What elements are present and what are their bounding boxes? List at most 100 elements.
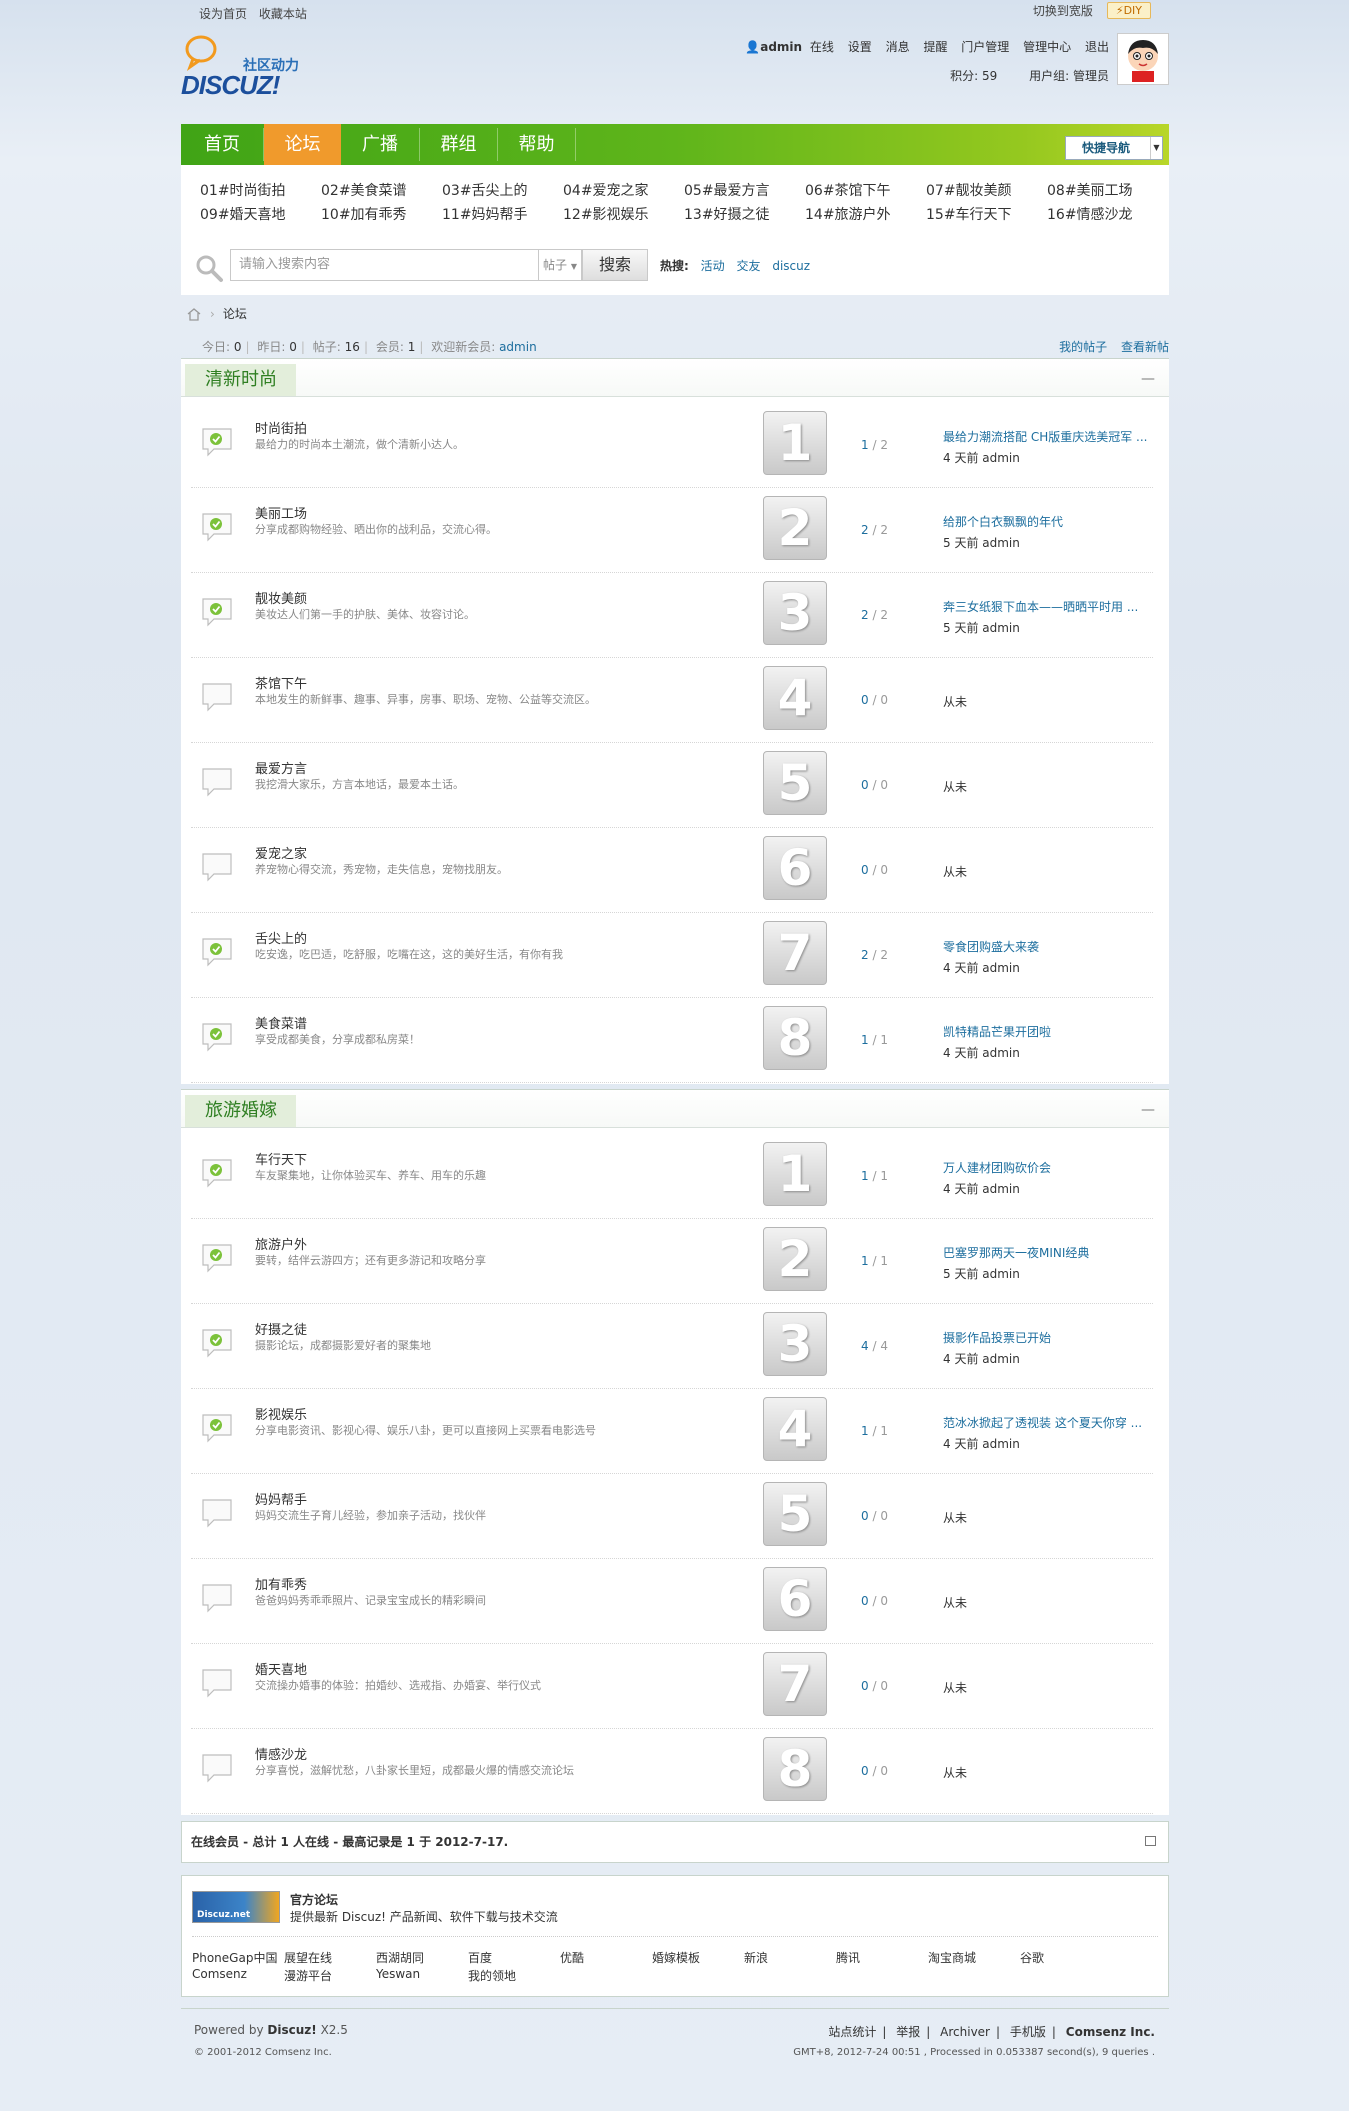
forum-name-link[interactable]: 旅游户外	[255, 1234, 307, 1253]
friend-link[interactable]: 谷歌	[1020, 1949, 1044, 1966]
online-members-bar[interactable]: 在线会员 - 总计 1 人在线 - 最高记录是 1 于 2012-7-17.	[181, 1821, 1169, 1863]
collapse-icon[interactable]: —	[1141, 1102, 1155, 1118]
last-post-link[interactable]: 凯特精品芒果开团啦	[943, 1023, 1153, 1040]
search-type-select[interactable]: 帖子 ▼	[538, 249, 582, 281]
last-post-link[interactable]: 范冰冰掀起了透视装 这个夏天你穿 ...	[943, 1414, 1153, 1431]
friend-link[interactable]: 漫游平台	[284, 1967, 332, 1984]
forum-name-link[interactable]: 影视娱乐	[255, 1404, 307, 1423]
notices-link[interactable]: 提醒	[923, 40, 947, 54]
last-post-link[interactable]: 给那个白衣飘飘的年代	[943, 513, 1153, 530]
hot-search-link[interactable]: 交友	[736, 259, 760, 273]
my-posts-link[interactable]: 我的帖子	[1059, 340, 1107, 354]
sub-nav-link[interactable]: 10#加有乖秀	[321, 204, 407, 224]
nav-broadcast[interactable]: 广播	[341, 124, 419, 165]
home-icon[interactable]	[186, 307, 202, 321]
quick-nav-button[interactable]: 快捷导航 ▼	[1065, 136, 1163, 160]
usergroup-link[interactable]: 用户组: 管理员	[1029, 69, 1109, 83]
search-button[interactable]: 搜索	[582, 249, 648, 281]
bookmark-link[interactable]: 收藏本站	[259, 7, 307, 21]
forum-name-link[interactable]: 车行天下	[255, 1149, 307, 1168]
last-post-link[interactable]: 巴塞罗那两天一夜MINI经典	[943, 1244, 1153, 1261]
powered-name[interactable]: Discuz!	[267, 2023, 316, 2037]
sub-nav-link[interactable]: 11#妈妈帮手	[442, 204, 528, 224]
friend-link[interactable]: 优酷	[560, 1949, 584, 1966]
diy-button[interactable]: ⚡DIY	[1106, 2, 1151, 19]
friend-link[interactable]: 淘宝商城	[928, 1949, 976, 1966]
friend-link[interactable]: Comsenz	[192, 1967, 247, 1981]
sub-nav-link[interactable]: 12#影视娱乐	[563, 204, 649, 224]
forum-name-link[interactable]: 好摄之徒	[255, 1319, 307, 1338]
site-logo[interactable]: 社区动力 DISCUZ!	[181, 34, 321, 104]
sub-nav-link[interactable]: 02#美食菜谱	[321, 180, 407, 200]
forum-name-link[interactable]: 婚天喜地	[255, 1659, 307, 1678]
admin-center-link[interactable]: 管理中心	[1023, 40, 1071, 54]
sub-nav-link[interactable]: 05#最爱方言	[684, 180, 770, 200]
forum-name-link[interactable]: 舌尖上的	[255, 928, 307, 947]
sub-nav-link[interactable]: 01#时尚街拍	[200, 180, 286, 200]
footer-company[interactable]: Comsenz Inc.	[1066, 2025, 1155, 2039]
forum-name-link[interactable]: 靓妆美颜	[255, 588, 307, 607]
search-input[interactable]: 请输入搜索内容	[230, 249, 538, 281]
sub-nav-link[interactable]: 16#情感沙龙	[1047, 204, 1133, 224]
logout-link[interactable]: 退出	[1085, 40, 1109, 54]
newest-member-link[interactable]: admin	[499, 340, 537, 354]
portal-admin-link[interactable]: 门户管理	[961, 40, 1009, 54]
username-link[interactable]: admin	[760, 40, 802, 54]
friend-link[interactable]: 新浪	[744, 1949, 768, 1966]
hot-search-link[interactable]: discuz	[772, 259, 810, 273]
category-title[interactable]: 旅游婚嫁	[185, 1095, 296, 1127]
forum-name-link[interactable]: 美丽工场	[255, 503, 307, 522]
hot-search-link[interactable]: 活动	[701, 259, 725, 273]
last-post-link[interactable]: 万人建材团购砍价会	[943, 1159, 1153, 1176]
set-home-link[interactable]: 设为首页	[199, 7, 247, 21]
nav-home[interactable]: 首页	[181, 124, 263, 165]
expand-icon[interactable]	[1145, 1836, 1156, 1846]
footer-link-stats[interactable]: 站点统计	[828, 2025, 876, 2039]
breadcrumb-current[interactable]: 论坛	[223, 305, 247, 322]
official-forum-title[interactable]: 官方论坛	[290, 1891, 338, 1908]
forum-name-link[interactable]: 最爱方言	[255, 758, 307, 777]
forum-name-link[interactable]: 美食菜谱	[255, 1013, 307, 1032]
footer-link-report[interactable]: 举报	[896, 2025, 920, 2039]
friend-link[interactable]: 我的领地	[468, 1967, 516, 1984]
messages-link[interactable]: 消息	[886, 40, 910, 54]
new-posts-link[interactable]: 查看新帖	[1121, 340, 1169, 354]
forum-name-link[interactable]: 加有乖秀	[255, 1574, 307, 1593]
category-title[interactable]: 清新时尚	[185, 364, 296, 396]
friend-link[interactable]: Yeswan	[376, 1967, 420, 1981]
last-post-link[interactable]: 最给力潮流搭配 CH版重庆选美冠军 ...	[943, 428, 1153, 445]
sub-nav-link[interactable]: 09#婚天喜地	[200, 204, 286, 224]
nav-forum[interactable]: 论坛	[264, 124, 341, 165]
sub-nav-link[interactable]: 03#舌尖上的	[442, 180, 528, 200]
forum-name-link[interactable]: 爱宠之家	[255, 843, 307, 862]
forum-name-link[interactable]: 情感沙龙	[255, 1744, 307, 1763]
friend-link[interactable]: 展望在线	[284, 1949, 332, 1966]
last-post-link[interactable]: 奔三女纸狠下血本——晒晒平时用 ...	[943, 598, 1153, 615]
forum-name-link[interactable]: 时尚街拍	[255, 418, 307, 437]
friend-link[interactable]: 百度	[468, 1949, 492, 1966]
footer-link-archiver[interactable]: Archiver	[940, 2025, 990, 2039]
nav-groups[interactable]: 群组	[420, 124, 497, 165]
avatar[interactable]	[1117, 33, 1169, 85]
sub-nav-link[interactable]: 15#车行天下	[926, 204, 1012, 224]
sub-nav-link[interactable]: 04#爱宠之家	[563, 180, 649, 200]
friend-link[interactable]: 腾讯	[836, 1949, 860, 1966]
settings-link[interactable]: 设置	[848, 40, 872, 54]
sub-nav-link[interactable]: 06#茶馆下午	[805, 180, 891, 200]
friend-link[interactable]: PhoneGap中国	[192, 1949, 277, 1966]
friend-link[interactable]: 婚嫁模板	[652, 1949, 700, 1966]
widescreen-link[interactable]: 切换到宽版	[1033, 2, 1093, 19]
collapse-icon[interactable]: —	[1141, 371, 1155, 387]
friend-link[interactable]: 西湖胡同	[376, 1949, 424, 1966]
sub-nav-link[interactable]: 08#美丽工场	[1047, 180, 1133, 200]
sub-nav-link[interactable]: 14#旅游户外	[805, 204, 891, 224]
discuz-net-logo[interactable]: Discuz.net	[192, 1891, 280, 1923]
forum-name-link[interactable]: 妈妈帮手	[255, 1489, 307, 1508]
points-link[interactable]: 积分: 59	[950, 69, 997, 83]
last-post-link[interactable]: 摄影作品投票已开始	[943, 1329, 1153, 1346]
sub-nav-link[interactable]: 07#靓妆美颜	[926, 180, 1012, 200]
footer-link-mobile[interactable]: 手机版	[1010, 2025, 1046, 2039]
last-post-link[interactable]: 零食团购盛大来袭	[943, 938, 1153, 955]
nav-help[interactable]: 帮助	[498, 124, 575, 165]
sub-nav-link[interactable]: 13#好摄之徒	[684, 204, 770, 224]
